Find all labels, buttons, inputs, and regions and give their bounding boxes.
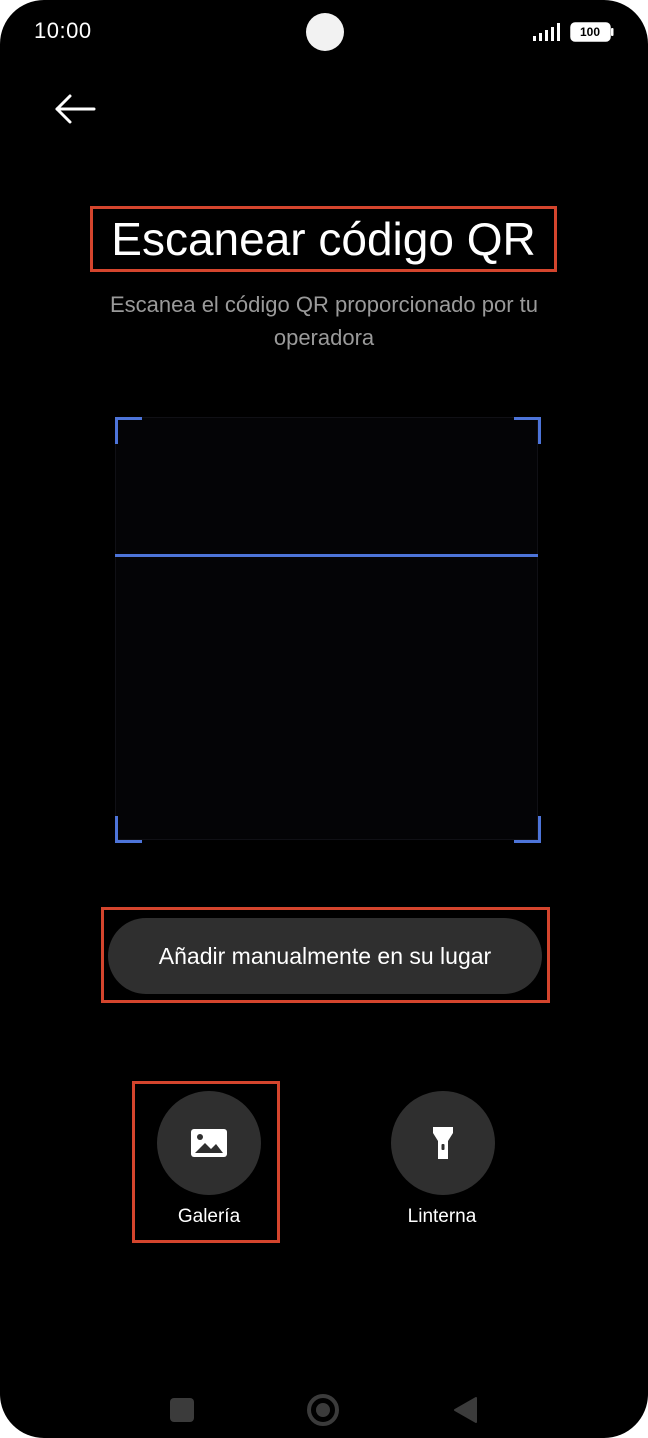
gallery-label: Galería <box>177 1206 241 1227</box>
flashlight-button[interactable] <box>391 1091 495 1195</box>
nav-back-button[interactable] <box>452 1396 478 1424</box>
page-subtitle: Escanea el código QR proporcionado por t… <box>109 292 539 350</box>
signal-bars-icon <box>533 23 560 41</box>
scan-line <box>115 554 538 557</box>
title-highlight-box <box>90 206 557 272</box>
arrow-left-icon <box>55 94 96 124</box>
scanner-corner-top-right <box>514 417 541 444</box>
scanner-corner-bottom-right <box>514 816 541 843</box>
back-button[interactable] <box>46 84 106 134</box>
status-time: 10:00 <box>34 18 92 43</box>
image-icon <box>191 1129 227 1157</box>
recents-button[interactable] <box>170 1398 194 1422</box>
home-button[interactable] <box>306 1393 340 1427</box>
scanner-corner-bottom-left <box>115 816 142 843</box>
gallery-button[interactable] <box>157 1091 261 1195</box>
flashlight-icon <box>433 1127 453 1159</box>
battery-level: 100 <box>579 25 601 39</box>
camera-cutout <box>306 13 344 51</box>
qr-scanner-viewfinder <box>115 417 538 840</box>
flashlight-label: Linterna <box>407 1206 477 1227</box>
phone-screen: 10:00 100 Escanear código QR Escanea el … <box>0 0 648 1438</box>
scanner-corner-top-left <box>115 417 142 444</box>
add-manually-button[interactable]: Añadir manualmente en su lugar <box>108 918 542 994</box>
